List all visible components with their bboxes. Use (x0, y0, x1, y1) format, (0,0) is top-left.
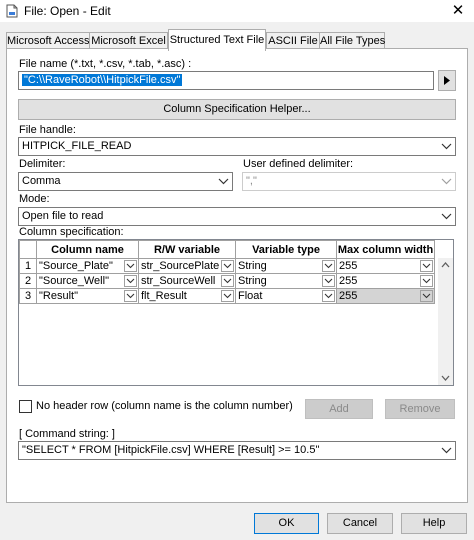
rw-variable-cell[interactable]: str_SourcePlate (138, 258, 236, 274)
chevron-down-icon[interactable] (221, 290, 234, 302)
no-header-label: No header row (column name is the column… (36, 400, 293, 412)
document-icon (5, 4, 19, 18)
rw-variable-cell[interactable]: str_SourceWell (138, 273, 236, 289)
cell-value: String (238, 275, 267, 287)
mode-value: Open file to read (22, 210, 104, 222)
delimiter-combo[interactable]: Comma (18, 172, 233, 191)
cell-value: "Result" (39, 290, 78, 302)
cell-value: 255 (339, 275, 358, 287)
cell-value: str_SourceWell (141, 275, 216, 287)
column-spec-grid[interactable]: Column name R/W variable Variable type M… (18, 239, 454, 386)
chevron-down-icon[interactable] (322, 260, 335, 272)
row-number-header (19, 240, 37, 259)
file-handle-value: HITPICK_FILE_READ (22, 140, 132, 152)
chevron-down-icon[interactable] (124, 290, 137, 302)
cancel-button[interactable]: Cancel (327, 513, 393, 534)
table-row[interactable]: 2 "Source_Well" str_SourceWell String 25… (19, 273, 435, 289)
table-row[interactable]: 1 "Source_Plate" str_SourcePlate String … (19, 258, 435, 274)
variable-type-cell[interactable]: Float (235, 288, 337, 304)
file-name-input[interactable]: "C:\\RaveRobot\\HitpickFile.csv" (18, 71, 434, 90)
column-name-header[interactable]: Column name (36, 240, 139, 259)
tab-structured-text-file[interactable]: Structured Text File (168, 29, 266, 51)
cell-value: "Source_Well" (39, 275, 109, 287)
row-number: 3 (19, 288, 37, 304)
column-spec-helper-button[interactable]: Column Specification Helper... (18, 99, 456, 120)
command-string-label: [ Command string: ] (19, 428, 115, 440)
ok-button[interactable]: OK (254, 513, 319, 534)
chevron-down-icon[interactable] (322, 275, 335, 287)
chevron-down-icon[interactable] (322, 290, 335, 302)
chevron-down-icon[interactable] (438, 138, 455, 155)
chevron-down-icon[interactable] (124, 260, 137, 272)
add-button[interactable]: Add (305, 399, 373, 419)
row-number: 1 (19, 258, 37, 274)
chevron-down-icon[interactable] (420, 275, 433, 287)
chevron-down-icon[interactable] (438, 442, 455, 459)
browse-button[interactable] (438, 70, 456, 91)
file-handle-label: File handle: (19, 124, 76, 136)
delimiter-label: Delimiter: (19, 158, 66, 170)
column-spec-label: Column specification: (19, 226, 124, 238)
rw-variable-cell[interactable]: flt_Result (138, 288, 236, 304)
cell-value: String (238, 260, 267, 272)
table-row[interactable]: 3 "Result" flt_Result Float 255 (19, 288, 435, 304)
window-title: File: Open - Edit (24, 4, 111, 18)
cell-value: 255 (339, 260, 358, 272)
chevron-down-icon[interactable] (221, 260, 234, 272)
file-handle-combo[interactable]: HITPICK_FILE_READ (18, 137, 456, 156)
user-delimiter-combo[interactable]: "," (242, 172, 456, 191)
cell-value: Float (238, 290, 263, 302)
mode-label: Mode: (19, 193, 50, 205)
chevron-down-icon[interactable] (420, 260, 433, 272)
cell-value: 255 (339, 290, 358, 302)
play-arrow-icon (444, 76, 450, 85)
chevron-down-icon[interactable] (438, 208, 455, 225)
chevron-down-icon[interactable] (438, 173, 455, 190)
user-delimiter-value: "," (246, 175, 257, 187)
max-width-cell[interactable]: 255 (336, 273, 435, 289)
variable-type-header[interactable]: Variable type (235, 240, 337, 259)
row-number: 2 (19, 273, 37, 289)
no-header-checkbox[interactable] (19, 400, 32, 413)
mode-combo[interactable]: Open file to read (18, 207, 456, 226)
file-name-label: File name (*.txt, *.csv, *.tab, *.asc) : (19, 58, 192, 70)
scrollbar-arrows-icon (441, 262, 450, 381)
chevron-down-icon[interactable] (215, 173, 232, 190)
column-name-cell[interactable]: "Result" (36, 288, 139, 304)
chevron-down-icon[interactable] (124, 275, 137, 287)
cell-value: str_SourcePlate (141, 260, 220, 272)
user-delimiter-label: User defined delimiter: (243, 158, 354, 170)
variable-type-cell[interactable]: String (235, 258, 337, 274)
delimiter-value: Comma (22, 175, 61, 187)
command-string-combo[interactable]: "SELECT * FROM [HitpickFile.csv] WHERE [… (18, 441, 456, 460)
column-spec-table: Column name R/W variable Variable type M… (19, 240, 435, 304)
column-name-cell[interactable]: "Source_Well" (36, 273, 139, 289)
remove-button[interactable]: Remove (385, 399, 455, 419)
cell-value: "Source_Plate" (39, 260, 113, 272)
cell-value: flt_Result (141, 290, 187, 302)
max-column-width-header[interactable]: Max column width (336, 240, 435, 259)
close-icon[interactable]: ✕ (442, 0, 474, 22)
variable-type-cell[interactable]: String (235, 273, 337, 289)
chevron-down-icon[interactable] (420, 290, 433, 302)
file-name-value: "C:\\RaveRobot\\HitpickFile.csv" (22, 74, 183, 86)
rw-variable-header[interactable]: R/W variable (138, 240, 236, 259)
max-width-cell[interactable]: 255 (336, 288, 435, 304)
command-string-value: "SELECT * FROM [HitpickFile.csv] WHERE [… (22, 444, 320, 456)
help-button[interactable]: Help (401, 513, 467, 534)
column-name-cell[interactable]: "Source_Plate" (36, 258, 139, 274)
chevron-down-icon[interactable] (221, 275, 234, 287)
grid-scrollbar[interactable] (438, 258, 453, 385)
max-width-cell[interactable]: 255 (336, 258, 435, 274)
